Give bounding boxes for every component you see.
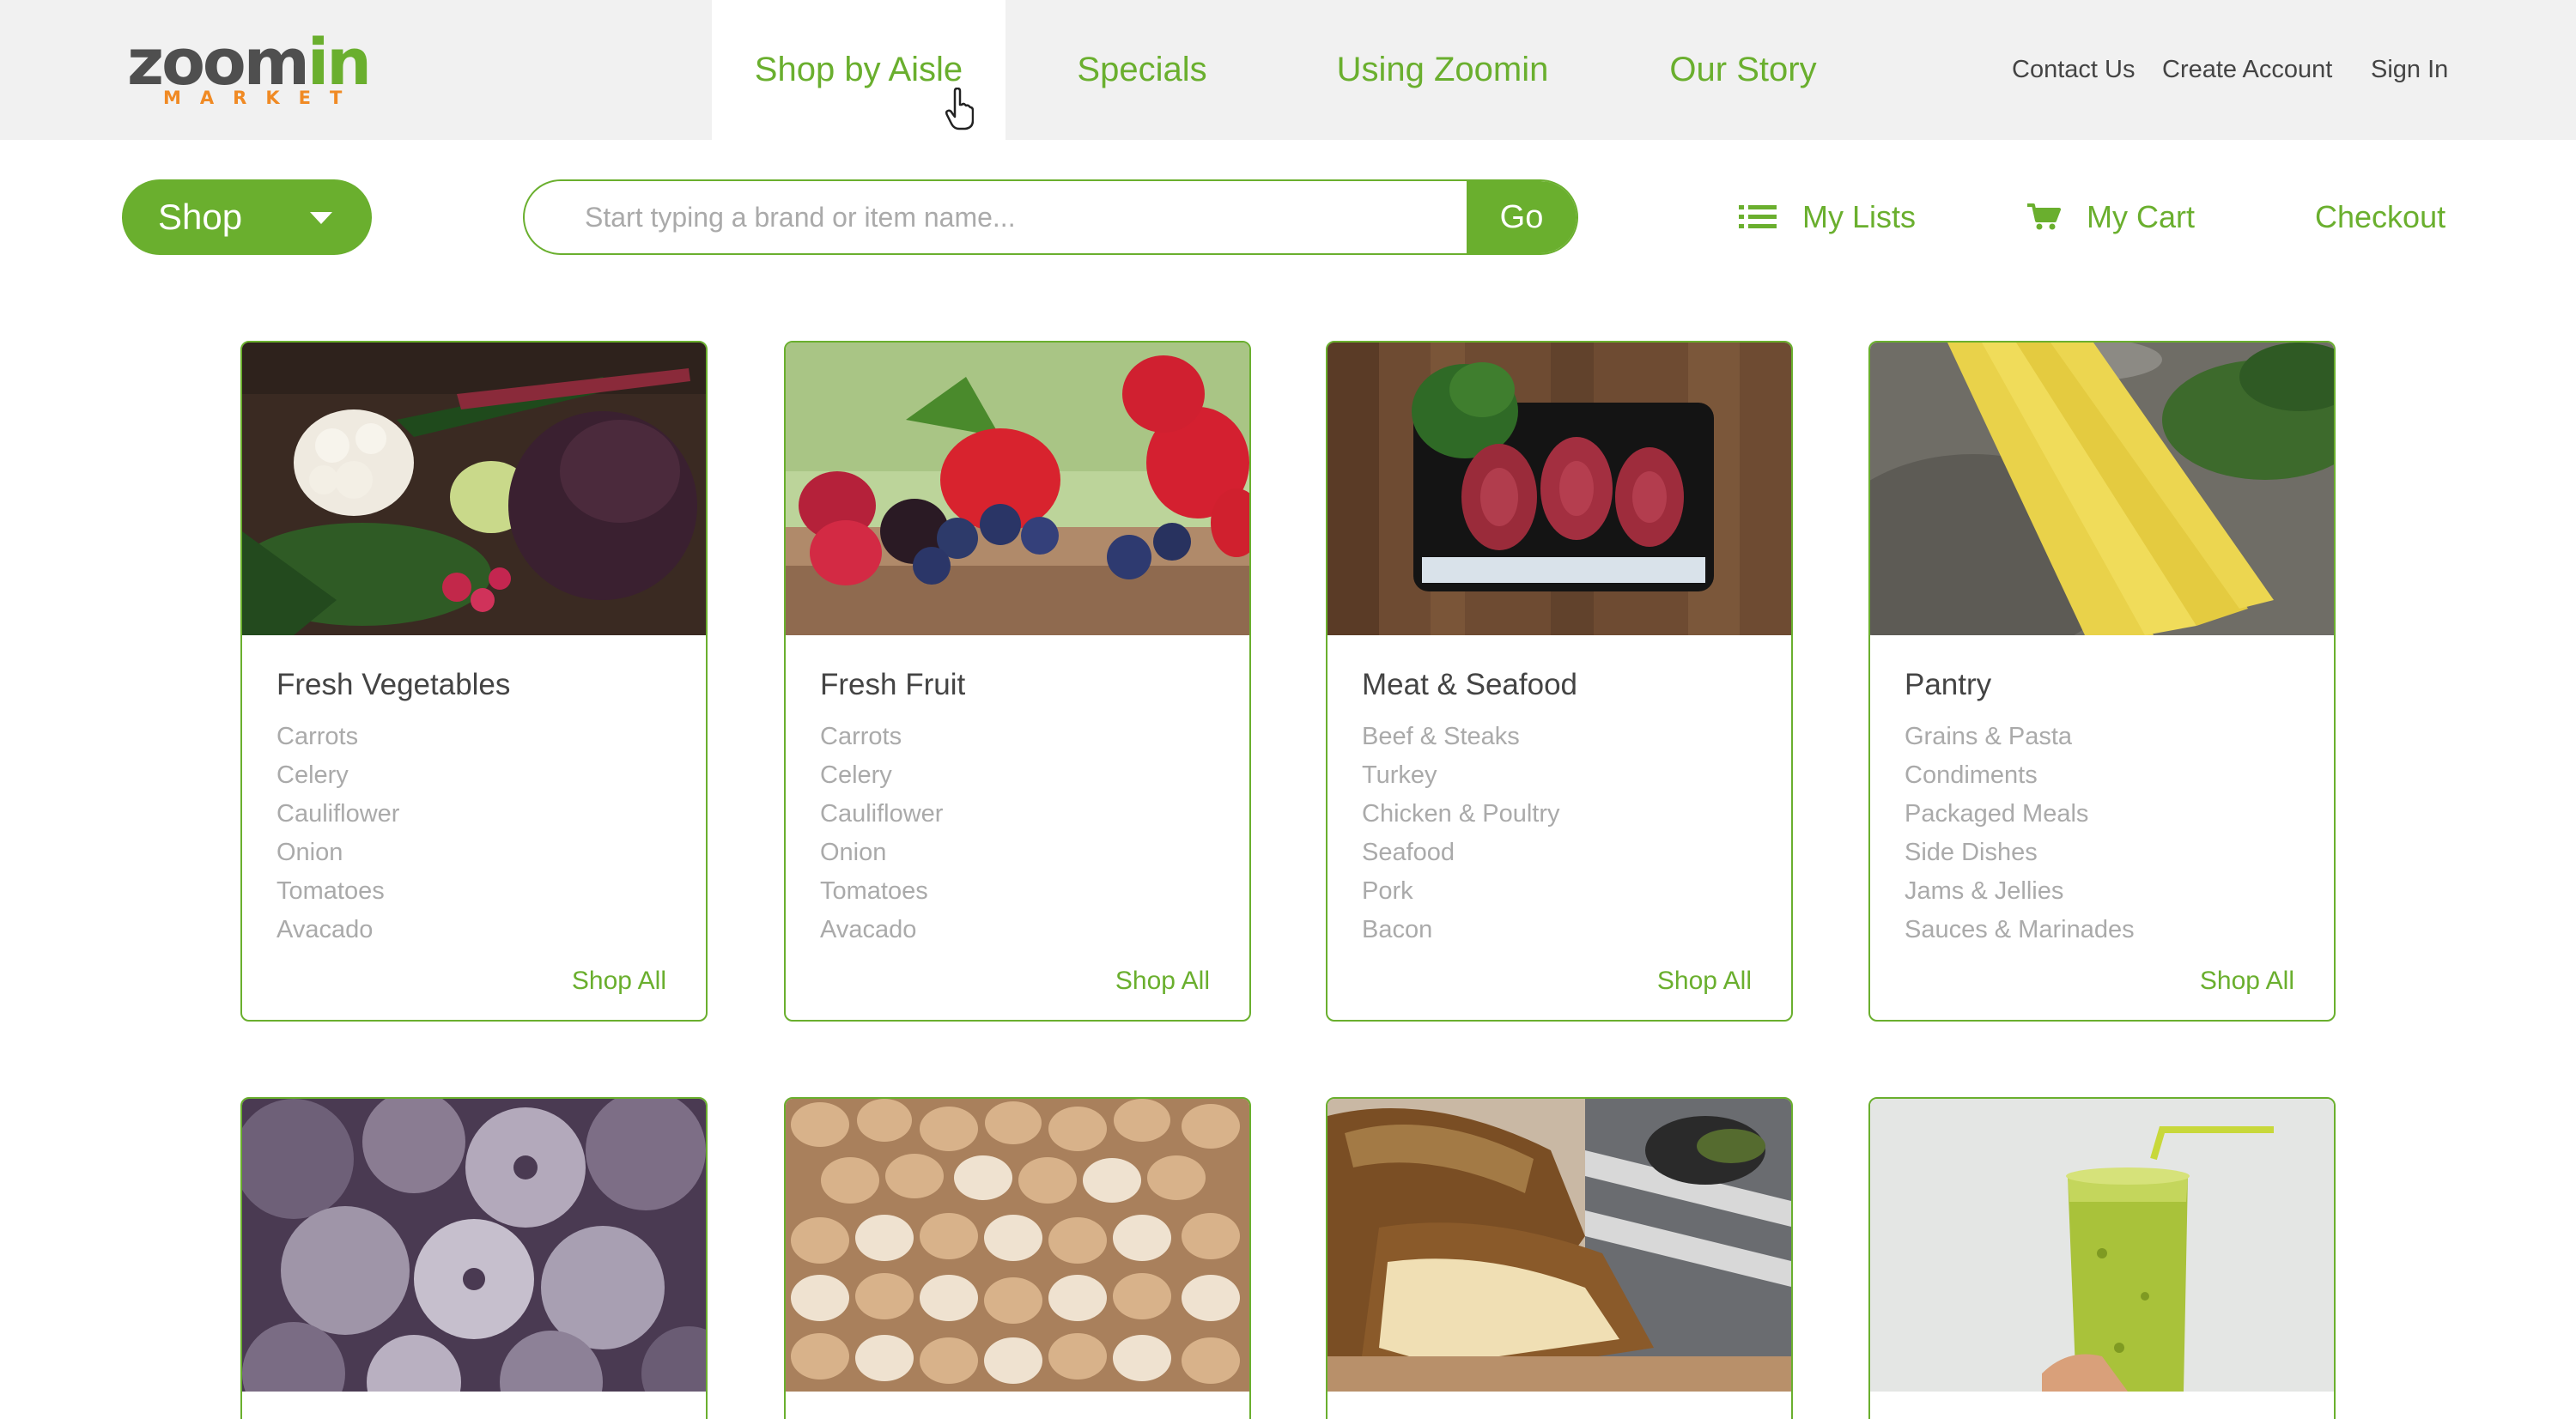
category-item[interactable]: Tomatoes [820,872,1215,911]
tab-specials[interactable]: Specials [1065,0,1219,140]
category-title: Fresh Fruit [820,668,966,701]
category-item[interactable]: Grains & Pasta [1905,718,2300,756]
category-card-beverages [1868,1097,2336,1419]
category-item[interactable]: Jams & Jellies [1905,872,2300,911]
search-go-button[interactable]: Go [1467,181,1577,253]
category-item[interactable]: Chicken & Poultry [1362,795,1757,834]
zoomin-logo[interactable]: zoomin MARKET [127,26,376,117]
category-title: Pantry [1905,668,1992,701]
category-item[interactable]: Turkey [1362,756,1757,795]
contact-us-link[interactable]: Contact Us [2012,0,2135,140]
tab-using-zoomin[interactable]: Using Zoomin [1322,0,1563,140]
search-input[interactable] [525,181,1469,253]
cart-icon [2027,203,2061,230]
category-item[interactable]: Celery [276,756,671,795]
shop-all-link[interactable]: Shop All [572,967,666,996]
category-card-meat-seafood: Meat & Seafood Beef & Steaks Turkey Chic… [1326,341,1793,1022]
shop-all-link[interactable]: Shop All [1657,967,1752,996]
category-card-fresh-fruit: Fresh Fruit Carrots Celery Cauliflower O… [784,341,1251,1022]
category-item[interactable]: Seafood [1362,834,1757,872]
category-item[interactable]: Side Dishes [1905,834,2300,872]
checkout-link[interactable]: Checkout [2315,179,2445,255]
my-cart-link[interactable]: My Cart [2026,179,2195,255]
eggs-photo[interactable] [786,1099,1249,1392]
search-bar: Go [523,179,1578,255]
create-account-link[interactable]: Create Account [2162,0,2332,140]
meat-seafood-photo[interactable] [1327,343,1791,635]
top-navigation: zoomin MARKET Shop by Aisle Specials Usi… [0,0,2576,140]
category-item[interactable]: Bacon [1362,911,1757,949]
category-item[interactable]: Cauliflower [820,795,1215,834]
category-item[interactable]: Tomatoes [276,872,671,911]
category-item[interactable]: Sauces & Marinades [1905,911,2300,949]
sign-in-link[interactable]: Sign In [2371,0,2448,140]
shop-dropdown-button[interactable]: Shop [122,179,372,255]
beverage-photo[interactable] [1870,1099,2334,1392]
shop-all-link[interactable]: Shop All [2200,967,2294,996]
bread-photo[interactable] [1327,1099,1791,1392]
tab-our-story[interactable]: Our Story [1657,0,1829,140]
shop-button-label: Shop [158,197,243,237]
category-item[interactable]: Packaged Meals [1905,795,2300,834]
shop-all-link[interactable]: Shop All [1115,967,1210,996]
category-item[interactable]: Avacado [820,911,1215,949]
my-lists-link[interactable]: My Lists [1739,179,1916,255]
category-item[interactable]: Beef & Steaks [1362,718,1757,756]
hand-pointer-icon [945,87,975,130]
category-card-frozen [240,1097,708,1419]
my-cart-label: My Cart [2087,199,2195,234]
category-item[interactable]: Condiments [1905,756,2300,795]
frozen-berries-photo[interactable] [242,1099,706,1392]
category-item[interactable]: Celery [820,756,1215,795]
category-item[interactable]: Carrots [820,718,1215,756]
fresh-fruit-photo[interactable] [786,343,1249,635]
logo-subtitle: MARKET [163,88,361,108]
category-item[interactable]: Avacado [276,911,671,949]
category-card-eggs [784,1097,1251,1419]
caret-down-icon [310,212,332,224]
my-lists-label: My Lists [1802,199,1917,234]
category-item[interactable]: Cauliflower [276,795,671,834]
list-icon [1739,205,1777,228]
category-item[interactable]: Carrots [276,718,671,756]
category-title: Meat & Seafood [1362,668,1577,701]
category-card-bakery [1326,1097,1793,1419]
category-card-pantry: Pantry Grains & Pasta Condiments Package… [1868,341,2336,1022]
category-item[interactable]: Onion [820,834,1215,872]
category-card-fresh-vegetables: Fresh Vegetables Carrots Celery Cauliflo… [240,341,708,1022]
category-item[interactable]: Pork [1362,872,1757,911]
category-title: Fresh Vegetables [276,668,511,701]
fresh-vegetables-photo[interactable] [242,343,706,635]
category-item[interactable]: Onion [276,834,671,872]
pantry-photo[interactable] [1870,343,2334,635]
